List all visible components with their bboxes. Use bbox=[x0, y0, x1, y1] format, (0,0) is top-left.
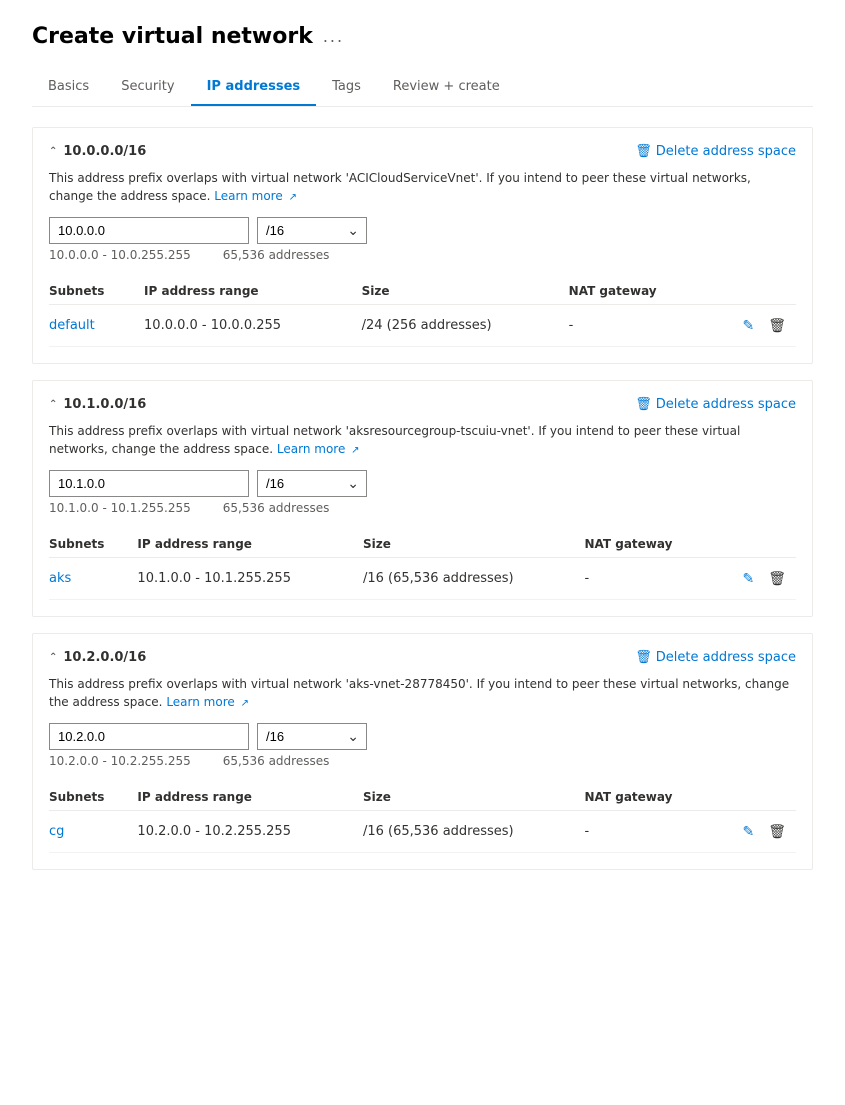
tab-nav: Basics Security IP addresses Tags Review… bbox=[32, 69, 813, 107]
subnet-table-2: Subnets IP address range Size NAT gatewa… bbox=[49, 531, 796, 600]
cidr-select-2[interactable]: /16/17/18/19 /20/21/22/23/24 bbox=[257, 470, 367, 497]
table-row: cg 10.2.0.0 - 10.2.255.255 /16 (65,536 a… bbox=[49, 811, 796, 853]
delete-address-space-3[interactable]: 🗑 Delete address space bbox=[635, 650, 796, 665]
edit-subnet-1-0[interactable]: ✎ bbox=[740, 315, 756, 336]
address-count-2: 65,536 addresses bbox=[223, 501, 330, 515]
learn-more-2[interactable]: Learn more ↗ bbox=[277, 442, 360, 456]
trash-icon-1: 🗑 bbox=[635, 144, 652, 159]
subnet-table-1: Subnets IP address range Size NAT gatewa… bbox=[49, 278, 796, 347]
action-icons-1-0: ✎ 🗑 bbox=[713, 315, 788, 336]
address-space-1: ⌃ 10.0.0.0/16 🗑 Delete address space Thi… bbox=[32, 127, 813, 364]
warning-text-2: This address prefix overlaps with virtua… bbox=[49, 422, 796, 458]
block-title-2: ⌃ 10.1.0.0/16 bbox=[49, 397, 146, 412]
ip-range-info-2: 10.1.0.0 - 10.1.255.255 65,536 addresses bbox=[49, 501, 796, 515]
col-size-3: Size bbox=[363, 784, 585, 811]
tab-basics[interactable]: Basics bbox=[32, 69, 105, 106]
warning-text-3: This address prefix overlaps with virtua… bbox=[49, 675, 796, 711]
address-space-3: ⌃ 10.2.0.0/16 🗑 Delete address space Thi… bbox=[32, 633, 813, 870]
block-header-2: ⌃ 10.1.0.0/16 🗑 Delete address space bbox=[49, 397, 796, 412]
block-header-3: ⌃ 10.2.0.0/16 🗑 Delete address space bbox=[49, 650, 796, 665]
col-size-1: Size bbox=[362, 278, 569, 305]
tab-tags[interactable]: Tags bbox=[316, 69, 377, 106]
ip-input-2[interactable] bbox=[49, 470, 249, 497]
col-subnets-1: Subnets bbox=[49, 278, 144, 305]
block-header-1: ⌃ 10.0.0.0/16 🗑 Delete address space bbox=[49, 144, 796, 159]
delete-address-space-2[interactable]: 🗑 Delete address space bbox=[635, 397, 796, 412]
block-title-1: ⌃ 10.0.0.0/16 bbox=[49, 144, 146, 159]
cidr-select-3[interactable]: /16/17/18/19 /20/21/22/23/24 bbox=[257, 723, 367, 750]
cidr-select-wrapper-2: /16/17/18/19 /20/21/22/23/24 bbox=[257, 470, 367, 497]
col-nat-2: NAT gateway bbox=[584, 531, 718, 558]
action-icons-3-0: ✎ 🗑 bbox=[718, 821, 788, 842]
ip-input-1[interactable] bbox=[49, 217, 249, 244]
ip-range-3: 10.2.0.0 - 10.2.255.255 bbox=[49, 754, 191, 768]
col-nat-1: NAT gateway bbox=[569, 278, 713, 305]
action-icons-2-0: ✎ 🗑 bbox=[718, 568, 788, 589]
delete-address-space-1[interactable]: 🗑 Delete address space bbox=[635, 144, 796, 159]
tab-review-create[interactable]: Review + create bbox=[377, 69, 516, 106]
subnet-name-1-0[interactable]: default bbox=[49, 305, 144, 347]
address-count-3: 65,536 addresses bbox=[223, 754, 330, 768]
chevron-icon-1: ⌃ bbox=[49, 146, 57, 157]
external-link-icon-3: ↗ bbox=[241, 696, 249, 711]
page-ellipsis: ... bbox=[323, 27, 344, 46]
learn-more-3[interactable]: Learn more ↗ bbox=[166, 695, 249, 709]
table-row: aks 10.1.0.0 - 10.1.255.255 /16 (65,536 … bbox=[49, 558, 796, 600]
cidr-select-wrapper-3: /16/17/18/19 /20/21/22/23/24 bbox=[257, 723, 367, 750]
delete-subnet-1-0[interactable]: 🗑 bbox=[766, 315, 788, 336]
ip-range-2: 10.1.0.0 - 10.1.255.255 bbox=[49, 501, 191, 515]
page-title: Create virtual network bbox=[32, 24, 313, 49]
cidr-select-wrapper-1: /16/17/18/19 /20/21/22/23/24 bbox=[257, 217, 367, 244]
subnet-nat-3-0: - bbox=[584, 811, 718, 853]
col-ip-range-1: IP address range bbox=[144, 278, 362, 305]
cidr-select-1[interactable]: /16/17/18/19 /20/21/22/23/24 bbox=[257, 217, 367, 244]
ip-inputs-1: /16/17/18/19 /20/21/22/23/24 bbox=[49, 217, 796, 244]
address-count-1: 65,536 addresses bbox=[223, 248, 330, 262]
address-space-1-header: 10.0.0.0/16 bbox=[63, 144, 146, 159]
address-space-2: ⌃ 10.1.0.0/16 🗑 Delete address space Thi… bbox=[32, 380, 813, 617]
col-subnets-2: Subnets bbox=[49, 531, 137, 558]
table-row: default 10.0.0.0 - 10.0.0.255 /24 (256 a… bbox=[49, 305, 796, 347]
subnet-nat-1-0: - bbox=[569, 305, 713, 347]
chevron-icon-3: ⌃ bbox=[49, 652, 57, 663]
external-link-icon-1: ↗ bbox=[289, 190, 297, 205]
col-size-2: Size bbox=[363, 531, 585, 558]
edit-subnet-2-0[interactable]: ✎ bbox=[740, 568, 756, 589]
subnet-nat-2-0: - bbox=[584, 558, 718, 600]
learn-more-1[interactable]: Learn more ↗ bbox=[214, 189, 297, 203]
address-space-3-header: 10.2.0.0/16 bbox=[63, 650, 146, 665]
external-link-icon-2: ↗ bbox=[351, 443, 359, 458]
subnet-table-3: Subnets IP address range Size NAT gatewa… bbox=[49, 784, 796, 853]
tab-security[interactable]: Security bbox=[105, 69, 190, 106]
ip-range-info-3: 10.2.0.0 - 10.2.255.255 65,536 addresses bbox=[49, 754, 796, 768]
col-ip-range-3: IP address range bbox=[137, 784, 363, 811]
col-nat-3: NAT gateway bbox=[584, 784, 718, 811]
block-title-3: ⌃ 10.2.0.0/16 bbox=[49, 650, 146, 665]
edit-subnet-3-0[interactable]: ✎ bbox=[740, 821, 756, 842]
address-space-2-header: 10.1.0.0/16 bbox=[63, 397, 146, 412]
trash-icon-2: 🗑 bbox=[635, 397, 652, 412]
ip-input-3[interactable] bbox=[49, 723, 249, 750]
tab-ip-addresses[interactable]: IP addresses bbox=[191, 69, 317, 106]
ip-range-1: 10.0.0.0 - 10.0.255.255 bbox=[49, 248, 191, 262]
ip-inputs-2: /16/17/18/19 /20/21/22/23/24 bbox=[49, 470, 796, 497]
delete-subnet-3-0[interactable]: 🗑 bbox=[766, 821, 788, 842]
page-title-container: Create virtual network ... bbox=[32, 24, 813, 49]
chevron-icon-2: ⌃ bbox=[49, 399, 57, 410]
col-ip-range-2: IP address range bbox=[137, 531, 363, 558]
subnet-size-3-0: /16 (65,536 addresses) bbox=[363, 811, 585, 853]
trash-icon-3: 🗑 bbox=[635, 650, 652, 665]
col-subnets-3: Subnets bbox=[49, 784, 137, 811]
ip-range-info-1: 10.0.0.0 - 10.0.255.255 65,536 addresses bbox=[49, 248, 796, 262]
delete-subnet-2-0[interactable]: 🗑 bbox=[766, 568, 788, 589]
subnet-range-2-0: 10.1.0.0 - 10.1.255.255 bbox=[137, 558, 363, 600]
subnet-range-1-0: 10.0.0.0 - 10.0.0.255 bbox=[144, 305, 362, 347]
subnet-range-3-0: 10.2.0.0 - 10.2.255.255 bbox=[137, 811, 363, 853]
subnet-name-3-0[interactable]: cg bbox=[49, 811, 137, 853]
ip-inputs-3: /16/17/18/19 /20/21/22/23/24 bbox=[49, 723, 796, 750]
subnet-size-1-0: /24 (256 addresses) bbox=[362, 305, 569, 347]
warning-text-1: This address prefix overlaps with virtua… bbox=[49, 169, 796, 205]
subnet-name-2-0[interactable]: aks bbox=[49, 558, 137, 600]
subnet-size-2-0: /16 (65,536 addresses) bbox=[363, 558, 585, 600]
